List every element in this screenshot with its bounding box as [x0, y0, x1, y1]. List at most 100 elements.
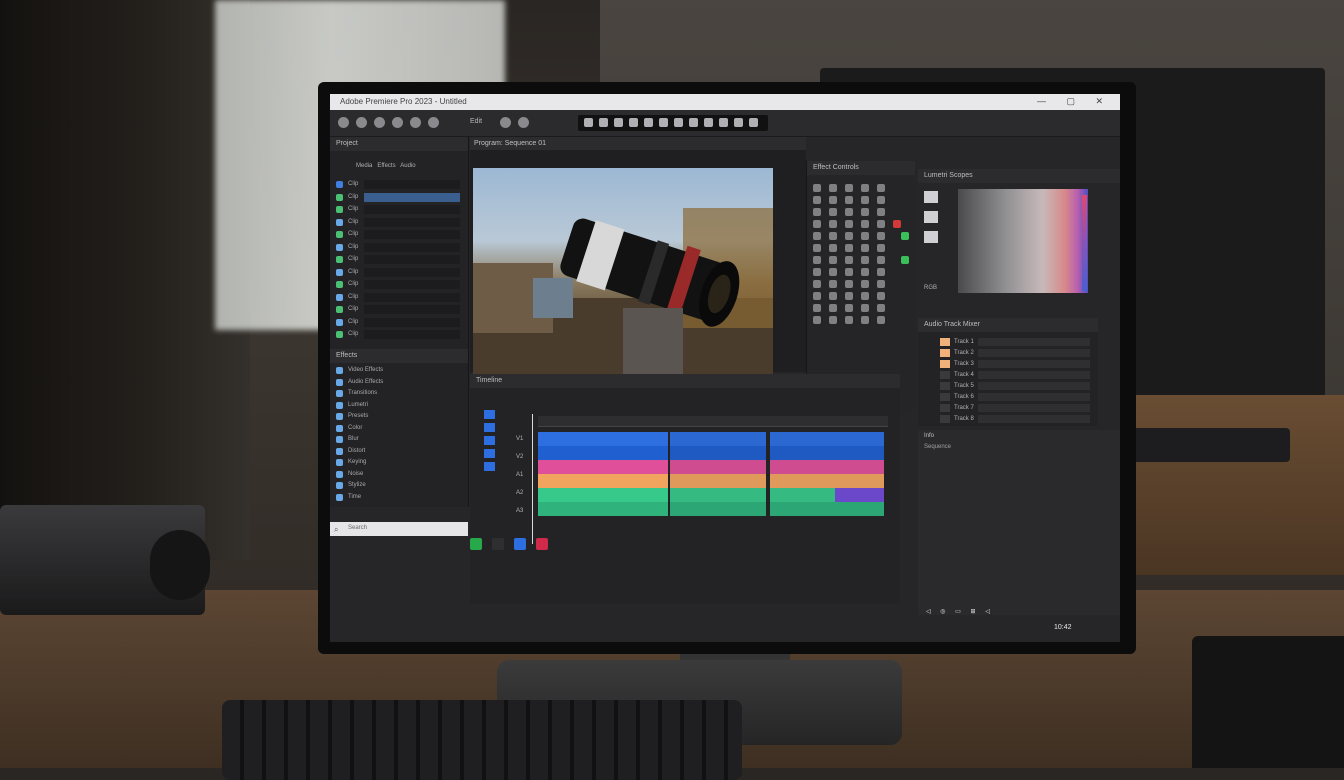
effects-list-item[interactable]: Color: [330, 423, 468, 434]
tool-9-icon[interactable]: [704, 118, 713, 127]
property-control-icon[interactable]: [877, 280, 885, 288]
effect-property-row[interactable]: [813, 303, 909, 313]
property-control-icon[interactable]: [813, 196, 821, 204]
tab-audio[interactable]: Audio: [400, 163, 415, 169]
property-control-icon[interactable]: [877, 208, 885, 216]
effect-property-row[interactable]: [813, 267, 909, 277]
property-control-icon[interactable]: [877, 196, 885, 204]
property-control-icon[interactable]: [877, 232, 885, 240]
tool-12-icon[interactable]: [749, 118, 758, 127]
property-control-icon[interactable]: [861, 304, 869, 312]
track-header-label[interactable]: V1: [516, 436, 523, 442]
timeline-clip[interactable]: [538, 432, 668, 446]
tab-effects[interactable]: Effects: [377, 163, 395, 169]
window-controls[interactable]: — ▢ ✕: [1037, 96, 1112, 107]
timeline-clip[interactable]: [770, 460, 884, 474]
track-header-label[interactable]: A2: [516, 490, 523, 496]
track-header-label[interactable]: V2: [516, 454, 523, 460]
property-control-icon[interactable]: [861, 292, 869, 300]
ripple-tool-icon[interactable]: [484, 423, 495, 432]
property-control-icon[interactable]: [861, 208, 869, 216]
color-swatch[interactable]: [901, 232, 909, 240]
home-icon[interactable]: [338, 117, 349, 128]
effect-property-row[interactable]: [813, 195, 909, 205]
timeline-clip[interactable]: [770, 474, 884, 488]
property-control-icon[interactable]: [877, 268, 885, 276]
property-control-icon[interactable]: [829, 184, 837, 192]
razor-tool-icon[interactable]: [484, 436, 495, 445]
import-icon[interactable]: [356, 117, 367, 128]
property-control-icon[interactable]: [877, 316, 885, 324]
property-control-icon[interactable]: [813, 220, 821, 228]
tool-2-icon[interactable]: [599, 118, 608, 127]
property-control-icon[interactable]: [813, 184, 821, 192]
settings-icon[interactable]: [500, 117, 511, 128]
property-control-icon[interactable]: [813, 316, 821, 324]
property-control-icon[interactable]: [845, 208, 853, 216]
tool-7-icon[interactable]: [674, 118, 683, 127]
property-control-icon[interactable]: [861, 220, 869, 228]
effects-list-item[interactable]: Video Effects: [330, 365, 468, 376]
effect-property-row[interactable]: [813, 291, 909, 301]
effects-list-item[interactable]: Stylize: [330, 480, 468, 491]
redo-icon[interactable]: [410, 117, 421, 128]
property-control-icon[interactable]: [813, 268, 821, 276]
property-control-icon[interactable]: [861, 232, 869, 240]
color-swatch[interactable]: [901, 256, 909, 264]
timeline-clip[interactable]: [538, 460, 668, 474]
property-control-icon[interactable]: [813, 304, 821, 312]
timeline-clip[interactable]: [538, 446, 668, 460]
property-control-icon[interactable]: [877, 292, 885, 300]
property-control-icon[interactable]: [845, 244, 853, 252]
property-control-icon[interactable]: [861, 268, 869, 276]
tool-group[interactable]: [578, 115, 768, 131]
property-control-icon[interactable]: [829, 208, 837, 216]
project-row[interactable]: Clip: [330, 254, 468, 265]
timeline-clip[interactable]: [670, 474, 766, 488]
waveform-icon[interactable]: [924, 211, 938, 223]
timeline-clip[interactable]: [670, 432, 766, 446]
effect-property-row[interactable]: [813, 207, 909, 217]
timeline-clip[interactable]: [538, 488, 668, 502]
property-control-icon[interactable]: [845, 232, 853, 240]
cut-icon[interactable]: [518, 117, 529, 128]
timeline-clip[interactable]: [770, 432, 884, 446]
timeline-clip[interactable]: [835, 488, 884, 502]
property-control-icon[interactable]: [877, 256, 885, 264]
property-control-icon[interactable]: [861, 256, 869, 264]
slip-tool-icon[interactable]: [484, 449, 495, 458]
tab-media[interactable]: Media: [356, 163, 372, 169]
property-control-icon[interactable]: [813, 244, 821, 252]
project-row[interactable]: Clip: [330, 329, 468, 340]
effect-property-row[interactable]: [813, 315, 909, 325]
effects-list-item[interactable]: Presets: [330, 411, 468, 422]
property-control-icon[interactable]: [861, 184, 869, 192]
tool-8-icon[interactable]: [689, 118, 698, 127]
property-control-icon[interactable]: [845, 280, 853, 288]
timeline-clip[interactable]: [670, 460, 766, 474]
property-control-icon[interactable]: [845, 292, 853, 300]
project-row[interactable]: Clip: [330, 204, 468, 215]
property-control-icon[interactable]: [845, 256, 853, 264]
property-control-icon[interactable]: [861, 244, 869, 252]
property-control-icon[interactable]: [877, 304, 885, 312]
project-row[interactable]: Clip: [330, 217, 468, 228]
property-control-icon[interactable]: [829, 232, 837, 240]
property-control-icon[interactable]: [861, 196, 869, 204]
effect-property-row[interactable]: [813, 255, 909, 265]
tool-3-icon[interactable]: [614, 118, 623, 127]
effect-property-row[interactable]: [813, 183, 909, 193]
property-control-icon[interactable]: [877, 244, 885, 252]
scope-icon[interactable]: [924, 191, 938, 203]
effect-property-row[interactable]: [813, 219, 909, 229]
timeline-ruler[interactable]: [538, 416, 888, 427]
files-app-icon[interactable]: [492, 538, 504, 550]
property-control-icon[interactable]: [845, 268, 853, 276]
color-swatch[interactable]: [893, 220, 901, 228]
track-row[interactable]: Track 8: [918, 413, 1098, 425]
timeline-clip[interactable]: [770, 502, 884, 516]
timeline-clip[interactable]: [538, 502, 668, 516]
tool-10-icon[interactable]: [719, 118, 728, 127]
property-control-icon[interactable]: [877, 184, 885, 192]
tool-5-icon[interactable]: [644, 118, 653, 127]
